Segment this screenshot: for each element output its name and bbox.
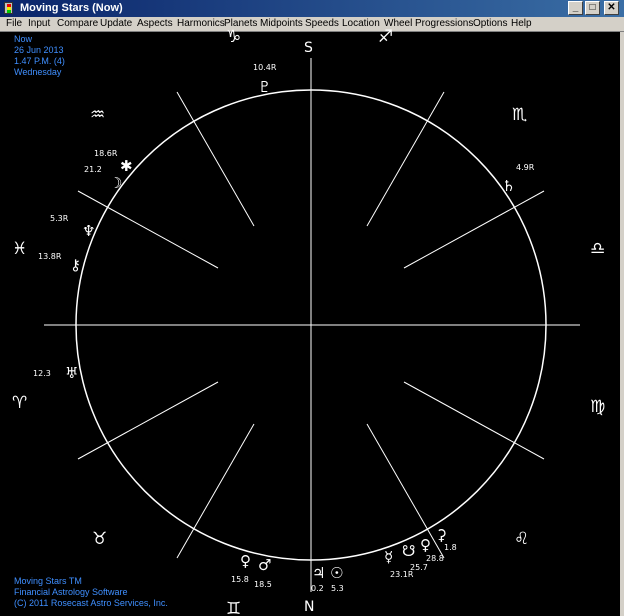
chart-time: 1.47 P.M. (4): [14, 56, 65, 66]
chart-canvas[interactable]: [0, 32, 620, 616]
window-title: Moving Stars (Now): [20, 2, 123, 14]
menu-wheel[interactable]: Wheel: [384, 18, 412, 29]
footer-description: Financial Astrology Software: [14, 587, 128, 597]
traffic-light-icon[interactable]: [4, 2, 13, 14]
menu-input[interactable]: Input: [28, 18, 50, 29]
close-button[interactable]: ✕: [604, 1, 619, 15]
chart-info: Now 26 Jun 2013 1.47 P.M. (4) Wednesday: [14, 34, 65, 78]
chart-label: Now: [14, 34, 33, 44]
menu-aspects[interactable]: Aspects: [137, 18, 173, 29]
footer-copyright: (C) 2011 Rosecast Astro Services, Inc.: [14, 598, 168, 608]
maximize-button[interactable]: □: [585, 1, 600, 15]
menu-file[interactable]: File: [6, 18, 22, 29]
menu-harmonics[interactable]: Harmonics: [177, 18, 225, 29]
minimize-button[interactable]: _: [568, 1, 583, 15]
menu-options[interactable]: Options: [473, 18, 507, 29]
menu-location[interactable]: Location: [342, 18, 380, 29]
menu-bar: File Input Compare Update Aspects Harmon…: [0, 17, 624, 32]
chart-date: 26 Jun 2013: [14, 45, 64, 55]
menu-help[interactable]: Help: [511, 18, 532, 29]
menu-planets[interactable]: Planets: [224, 18, 257, 29]
window-border-right: [620, 32, 624, 616]
chart-weekday: Wednesday: [14, 67, 62, 77]
footer-info: Moving Stars TM Financial Astrology Soft…: [14, 576, 168, 609]
menu-progressions[interactable]: Progressions: [415, 18, 473, 29]
menu-midpoints[interactable]: Midpoints: [260, 18, 303, 29]
footer-product: Moving Stars TM: [14, 576, 82, 586]
menu-speeds[interactable]: Speeds: [305, 18, 339, 29]
menu-update[interactable]: Update: [100, 18, 132, 29]
title-bar: Moving Stars (Now) _ □ ✕: [0, 0, 624, 17]
menu-compare[interactable]: Compare: [57, 18, 98, 29]
